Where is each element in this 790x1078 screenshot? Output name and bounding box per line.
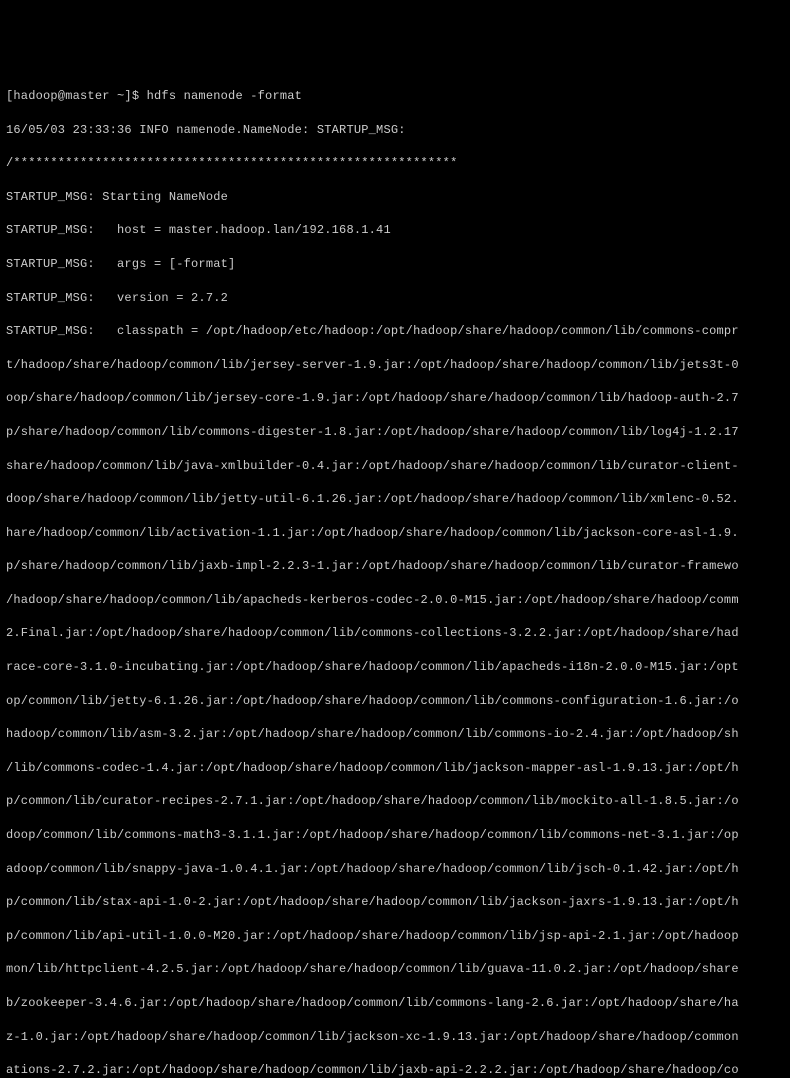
- terminal-output: [hadoop@master ~]$ hdfs namenode -format…: [6, 71, 784, 1078]
- output-line: doop/share/hadoop/common/lib/jetty-util-…: [6, 491, 784, 508]
- output-line: STARTUP_MSG: Starting NameNode: [6, 189, 784, 206]
- output-line: b/zookeeper-3.4.6.jar:/opt/hadoop/share/…: [6, 995, 784, 1012]
- output-line: z-1.0.jar:/opt/hadoop/share/hadoop/commo…: [6, 1029, 784, 1046]
- output-line: /hadoop/share/hadoop/common/lib/apacheds…: [6, 592, 784, 609]
- command-input[interactable]: hdfs namenode -format: [147, 88, 302, 105]
- output-line: p/common/lib/api-util-1.0.0-M20.jar:/opt…: [6, 928, 784, 945]
- output-line: 16/05/03 23:33:36 INFO namenode.NameNode…: [6, 122, 784, 139]
- output-line: STARTUP_MSG: version = 2.7.2: [6, 290, 784, 307]
- output-line: hadoop/common/lib/asm-3.2.jar:/opt/hadoo…: [6, 726, 784, 743]
- output-line: ations-2.7.2.jar:/opt/hadoop/share/hadoo…: [6, 1062, 784, 1078]
- output-line: 2.Final.jar:/opt/hadoop/share/hadoop/com…: [6, 625, 784, 642]
- shell-prompt: [hadoop@master ~]$: [6, 88, 147, 105]
- output-line: op/common/lib/jetty-6.1.26.jar:/opt/hado…: [6, 693, 784, 710]
- output-line: /***************************************…: [6, 155, 784, 172]
- output-line: race-core-3.1.0-incubating.jar:/opt/hado…: [6, 659, 784, 676]
- output-line: p/share/hadoop/common/lib/commons-digest…: [6, 424, 784, 441]
- output-line: STARTUP_MSG: classpath = /opt/hadoop/etc…: [6, 323, 784, 340]
- output-line: p/common/lib/stax-api-1.0-2.jar:/opt/had…: [6, 894, 784, 911]
- output-line: oop/share/hadoop/common/lib/jersey-core-…: [6, 390, 784, 407]
- output-line: share/hadoop/common/lib/java-xmlbuilder-…: [6, 458, 784, 475]
- output-line: t/hadoop/share/hadoop/common/lib/jersey-…: [6, 357, 784, 374]
- output-line: STARTUP_MSG: host = master.hadoop.lan/19…: [6, 222, 784, 239]
- output-line: p/share/hadoop/common/lib/jaxb-impl-2.2.…: [6, 558, 784, 575]
- output-line: adoop/common/lib/snappy-java-1.0.4.1.jar…: [6, 861, 784, 878]
- output-line: p/common/lib/curator-recipes-2.7.1.jar:/…: [6, 793, 784, 810]
- output-line: mon/lib/httpclient-4.2.5.jar:/opt/hadoop…: [6, 961, 784, 978]
- output-line: STARTUP_MSG: args = [-format]: [6, 256, 784, 273]
- output-line: doop/common/lib/commons-math3-3.1.1.jar:…: [6, 827, 784, 844]
- output-line: /lib/commons-codec-1.4.jar:/opt/hadoop/s…: [6, 760, 784, 777]
